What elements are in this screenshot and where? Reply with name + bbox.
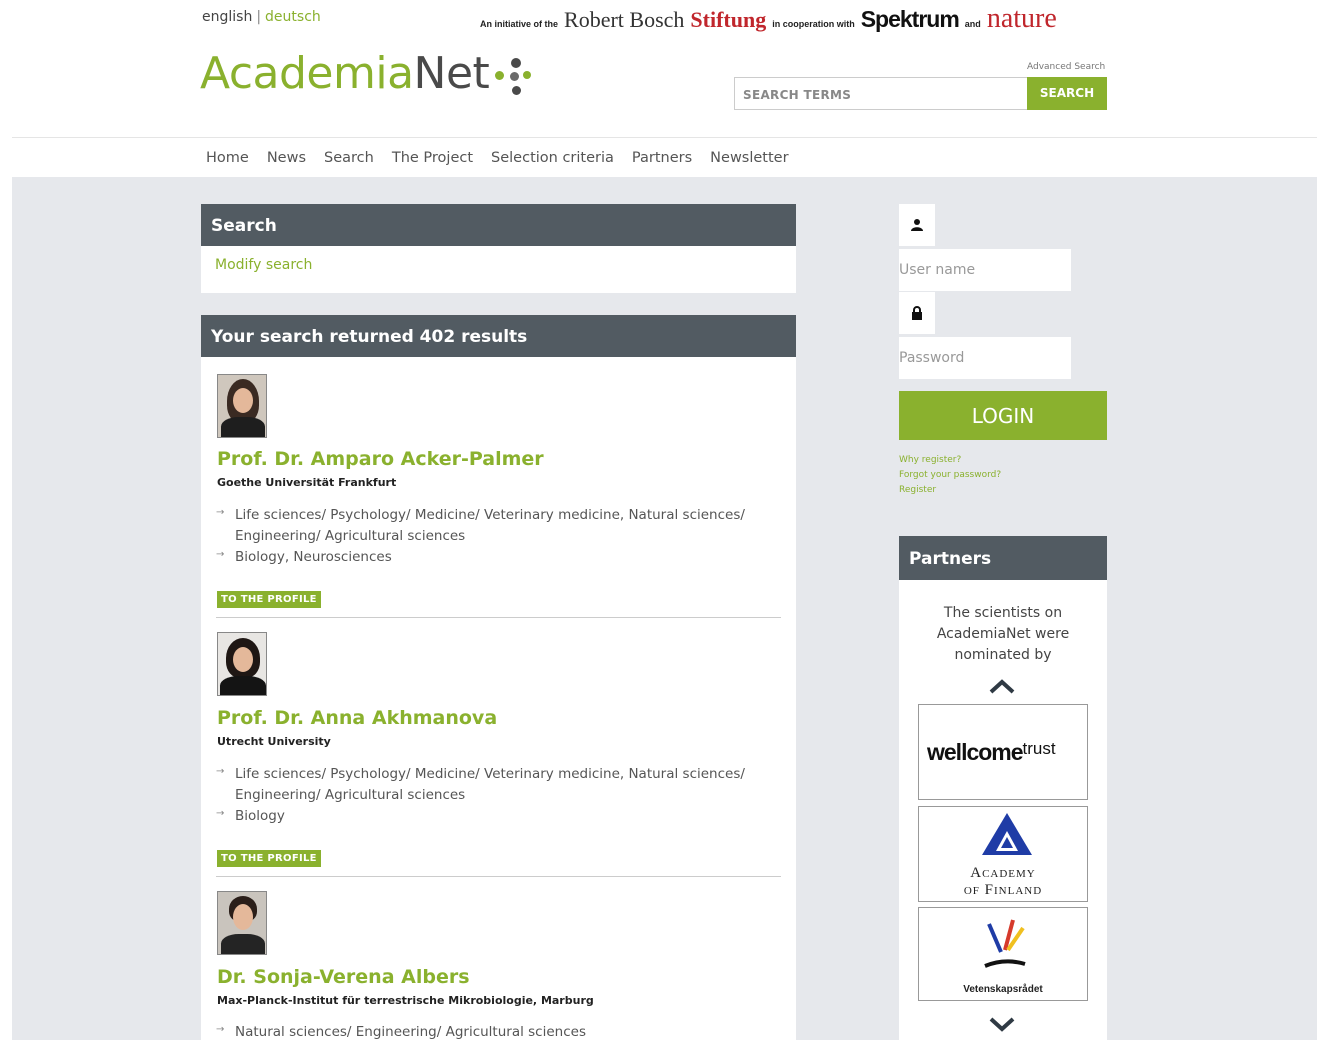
profile-photo[interactable] (217, 374, 267, 438)
chevron-down-icon[interactable] (988, 1014, 1016, 1034)
nav-partners[interactable]: Partners (632, 150, 692, 166)
forgot-password-link[interactable]: Forgot your password? (899, 468, 1001, 483)
profile-photo[interactable] (217, 891, 267, 955)
person-institution: Utrecht University (217, 735, 331, 748)
academy-line2: of Finland (963, 882, 1043, 898)
results-title: Your search returned 402 results (201, 315, 796, 357)
nav-the-project[interactable]: The Project (392, 150, 473, 166)
search-button[interactable]: SEARCH (1027, 77, 1107, 110)
field-item: Biology, Neurosciences (216, 544, 756, 568)
partners-title: Partners (899, 536, 1107, 580)
vr-symbol-icon (984, 919, 1026, 968)
result-divider (216, 876, 781, 877)
robert-bosch-text: Robert Bosch (564, 7, 685, 32)
field-item: Life sciences/ Psychology/ Medicine/ Vet… (216, 761, 756, 806)
advanced-search-link[interactable]: Advanced Search (1027, 62, 1105, 72)
trust-text: trust (1022, 739, 1056, 758)
stiftung-text: Stiftung (690, 7, 767, 32)
main-nav: Home News Search The Project Selection c… (206, 150, 789, 166)
password-input[interactable]: Password (899, 337, 1071, 379)
and-text: and (964, 19, 981, 29)
person-name-link[interactable]: Prof. Dr. Anna Akhmanova (217, 707, 497, 729)
login-button[interactable]: LOGIN (899, 391, 1107, 440)
modify-search-link[interactable]: Modify search (215, 257, 312, 273)
result-divider (216, 617, 781, 618)
lang-separator: | (256, 9, 262, 25)
nav-home[interactable]: Home (206, 150, 249, 166)
to-profile-button[interactable]: TO THE PROFILE (217, 850, 321, 867)
profile-photo[interactable] (217, 632, 267, 696)
username-input[interactable]: User name (899, 249, 1071, 291)
initiative-banner: An initiative of the Robert Bosch Stiftu… (480, 3, 1057, 35)
spektrum-logo[interactable]: Spektrum (861, 6, 960, 33)
logo-dots-icon (491, 49, 535, 99)
person-fields: Life sciences/ Psychology/ Medicine/ Vet… (216, 502, 756, 568)
header-divider (12, 137, 1317, 138)
field-item: Life sciences/ Psychology/ Medicine/ Vet… (216, 502, 756, 547)
user-icon (899, 204, 935, 246)
wellcome-trust-logo[interactable]: wellcometrust (918, 704, 1088, 800)
academy-line1: Academy (970, 865, 1036, 881)
lock-icon (899, 292, 935, 334)
register-link[interactable]: Register (899, 483, 1001, 498)
initiative-prefix: An initiative of the (480, 19, 559, 29)
logo-academia: Academia (200, 48, 414, 99)
person-fields: Natural sciences/ Engineering/ Agricultu… (216, 1019, 756, 1040)
logo-net: Net (413, 48, 490, 99)
vetenskapsradet-logo[interactable]: Vetenskapsrådet (918, 907, 1088, 1001)
nav-search[interactable]: Search (324, 150, 374, 166)
lang-english-link[interactable]: english (202, 9, 252, 25)
lang-deutsch-link[interactable]: deutsch (265, 9, 321, 25)
nav-news[interactable]: News (267, 150, 306, 166)
chevron-up-icon[interactable] (988, 677, 1016, 697)
login-links: Why register? Forgot your password? Regi… (899, 453, 1001, 498)
field-item: Biology (216, 803, 756, 827)
nature-logo[interactable]: nature (987, 3, 1057, 35)
search-panel-title: Search (201, 204, 796, 246)
cooperation-text: in cooperation with (772, 19, 855, 29)
person-institution: Max-Planck-Institut für terrestrische Mi… (217, 994, 594, 1007)
academy-of-finland-logo[interactable]: Academy of Finland (918, 806, 1088, 902)
field-item: Natural sciences/ Engineering/ Agricultu… (216, 1019, 756, 1040)
nav-selection-criteria[interactable]: Selection criteria (491, 150, 614, 166)
person-fields: Life sciences/ Psychology/ Medicine/ Vet… (216, 761, 756, 827)
partners-description: The scientists on AcademiaNet were nomin… (936, 605, 1070, 663)
why-register-link[interactable]: Why register? (899, 453, 1001, 468)
academianet-logo[interactable]: Academia Net (200, 48, 535, 99)
vr-text: Vetenskapsrådet (963, 984, 1043, 995)
search-input[interactable]: SEARCH TERMS (734, 77, 1028, 110)
person-name-link[interactable]: Prof. Dr. Amparo Acker-Palmer (217, 448, 544, 470)
to-profile-button[interactable]: TO THE PROFILE (217, 591, 321, 608)
person-name-link[interactable]: Dr. Sonja-Verena Albers (217, 966, 470, 988)
language-switcher: english | deutsch (202, 9, 321, 25)
nav-newsletter[interactable]: Newsletter (710, 150, 788, 166)
person-institution: Goethe Universität Frankfurt (217, 476, 397, 489)
academy-triangle-icon (982, 813, 1032, 855)
wellcome-text: wellcome (927, 739, 1024, 765)
